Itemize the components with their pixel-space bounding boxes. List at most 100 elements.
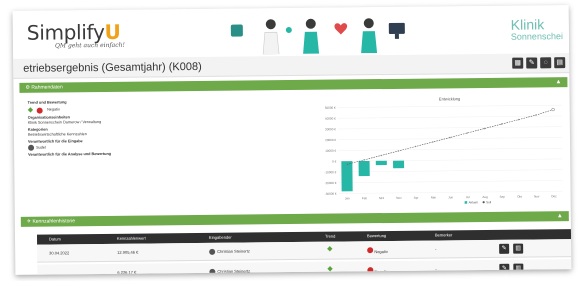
kennzahlen-section-header[interactable]: ✈ Kennzahlenhistorie ▲ <box>20 211 569 227</box>
hero-logo-badge <box>230 24 243 37</box>
grid-line <box>338 169 563 173</box>
user-avatar <box>209 248 216 255</box>
chart-bar <box>393 160 405 169</box>
monitor-stand <box>394 33 399 39</box>
collapse-icon[interactable]: ▲ <box>555 77 561 87</box>
app-header: SimplifyU QM geht auch einfach! Klinik S… <box>12 5 570 57</box>
target-point <box>432 141 434 143</box>
col-value[interactable]: Kennzahlenwert <box>117 234 146 244</box>
kennzahlen-label: Kennzahlenhistorie <box>32 218 75 225</box>
row-rating: Negativ <box>367 267 388 274</box>
target-point <box>551 107 555 112</box>
y-tick-label: 40000 € <box>325 116 336 120</box>
target-point <box>363 159 365 161</box>
chart-bar <box>358 160 370 177</box>
row-note: - <box>435 246 437 252</box>
x-tick-label: Dez <box>551 194 557 198</box>
rahmendaten-info: Trend und Bewertung ◆ Negativ Organisati… <box>28 96 279 158</box>
rating-value: Negativ <box>47 107 60 112</box>
logo-slogan: QM geht auch einfach! <box>54 41 125 50</box>
col-user[interactable]: Eingabender <box>209 233 232 243</box>
legend-label-aktuell: Aktuell <box>469 200 478 204</box>
chart-bar <box>375 160 387 166</box>
analysis-resp-label: Verantwortlich für die Analyse und Bewer… <box>28 151 112 157</box>
row-rating: Negativ <box>367 247 388 254</box>
x-tick-label: Jan <box>345 196 350 200</box>
col-rating[interactable]: Bewertung <box>367 231 386 241</box>
edit-icon[interactable]: ✎ <box>499 263 510 274</box>
monitor-icon <box>388 22 405 34</box>
rating-dot-icon <box>367 267 374 274</box>
target-point <box>449 136 451 139</box>
grid-line <box>338 180 563 183</box>
chart-bar <box>341 161 353 192</box>
legend-label-soll: Soll <box>486 200 491 204</box>
row-user: Christian Steinertz <box>209 268 250 275</box>
chart-title: Entwicklung <box>439 96 460 101</box>
print-icon[interactable]: ▤ <box>554 57 566 69</box>
legend-swatch-aktuell <box>464 201 468 204</box>
clinic-brand: Klinik Sonnenschei <box>510 16 563 42</box>
user-avatar <box>209 268 216 275</box>
grid-icon[interactable]: ▦ <box>512 57 524 69</box>
target-point <box>518 118 520 121</box>
x-tick-label: Mai <box>431 195 436 199</box>
col-date[interactable]: Datum <box>49 234 61 244</box>
page-titlebar: etriebsergebnis (Gesamtjahr) (K008) ▦ ✎ … <box>13 53 570 79</box>
patient-figure-head <box>363 18 374 29</box>
delete-icon[interactable]: ▥ <box>513 243 524 254</box>
rahmendaten-section-header[interactable]: ⚙ Rahmendaten ▲ <box>19 77 568 93</box>
target-point <box>500 123 503 125</box>
clinic-name-line1: Klinik <box>510 16 545 33</box>
target-point <box>380 154 382 157</box>
trend-rating-row: ◆ Negativ <box>28 104 278 114</box>
delete-icon[interactable]: ▥ <box>513 263 524 274</box>
edit-icon[interactable]: ✎ <box>526 57 538 69</box>
row-value: 12.905,46 € <box>117 249 139 255</box>
doctor-figure-head <box>265 19 276 30</box>
rahmendaten-label: Rahmendaten <box>31 84 63 91</box>
grid-line <box>338 190 563 194</box>
hero-illustration <box>230 18 405 55</box>
title-toolbar: ▦ ✎ ◌ ▤ <box>512 57 566 69</box>
target-point <box>483 127 486 130</box>
chat-icon[interactable]: ◌ <box>540 57 552 69</box>
target-point <box>397 150 400 152</box>
target-point <box>414 145 417 148</box>
rating-dot-icon <box>367 247 374 254</box>
trend-up-icon: ◆ <box>327 245 333 253</box>
y-tick-label: 30000 € <box>325 127 336 131</box>
nurse-figure-body <box>303 31 320 54</box>
user-avatar <box>28 144 35 151</box>
trend-up-icon: ◆ <box>327 265 333 273</box>
x-tick-label: Apr <box>414 196 419 200</box>
col-note[interactable]: Bemerker <box>435 230 452 240</box>
y-tick-label: -20000 € <box>325 181 337 185</box>
x-tick-label: Jul <box>466 195 470 199</box>
target-point <box>466 132 468 134</box>
y-tick-label: -10000 € <box>324 170 336 174</box>
heart-icon <box>334 23 348 35</box>
settings-icon: ⚙ <box>25 84 30 91</box>
grid-line <box>338 158 563 162</box>
clinic-name-line2: Sonnenschei <box>510 31 563 42</box>
x-tick-label: Mrz <box>379 196 385 200</box>
target-point <box>535 114 537 116</box>
rating-dot-icon <box>37 107 44 114</box>
collapse-icon[interactable]: ▲ <box>557 211 563 221</box>
nurse-figure-head <box>305 18 316 29</box>
page-title: etriebsergebnis (Gesamtjahr) (K008) <box>23 60 202 75</box>
row-user: Christian Steinertz <box>209 248 250 255</box>
doctor-figure-body <box>262 31 280 55</box>
y-tick-label: 0 € <box>332 159 337 163</box>
y-tick-label: 10000 € <box>325 149 336 153</box>
target-point <box>346 163 348 166</box>
edit-icon[interactable]: ✎ <box>499 243 510 254</box>
y-tick-label: -30000 € <box>325 192 337 196</box>
app-window: SimplifyU QM geht auch einfach! Klinik S… <box>12 5 572 275</box>
grid-line <box>337 104 562 108</box>
legend-swatch-soll <box>482 201 485 204</box>
patient-figure-body <box>361 31 378 54</box>
col-trend[interactable]: Trend <box>325 232 335 242</box>
development-chart: Entwicklung 50000 € 40000 € 30000 € 20000 € 1… <box>324 96 563 204</box>
